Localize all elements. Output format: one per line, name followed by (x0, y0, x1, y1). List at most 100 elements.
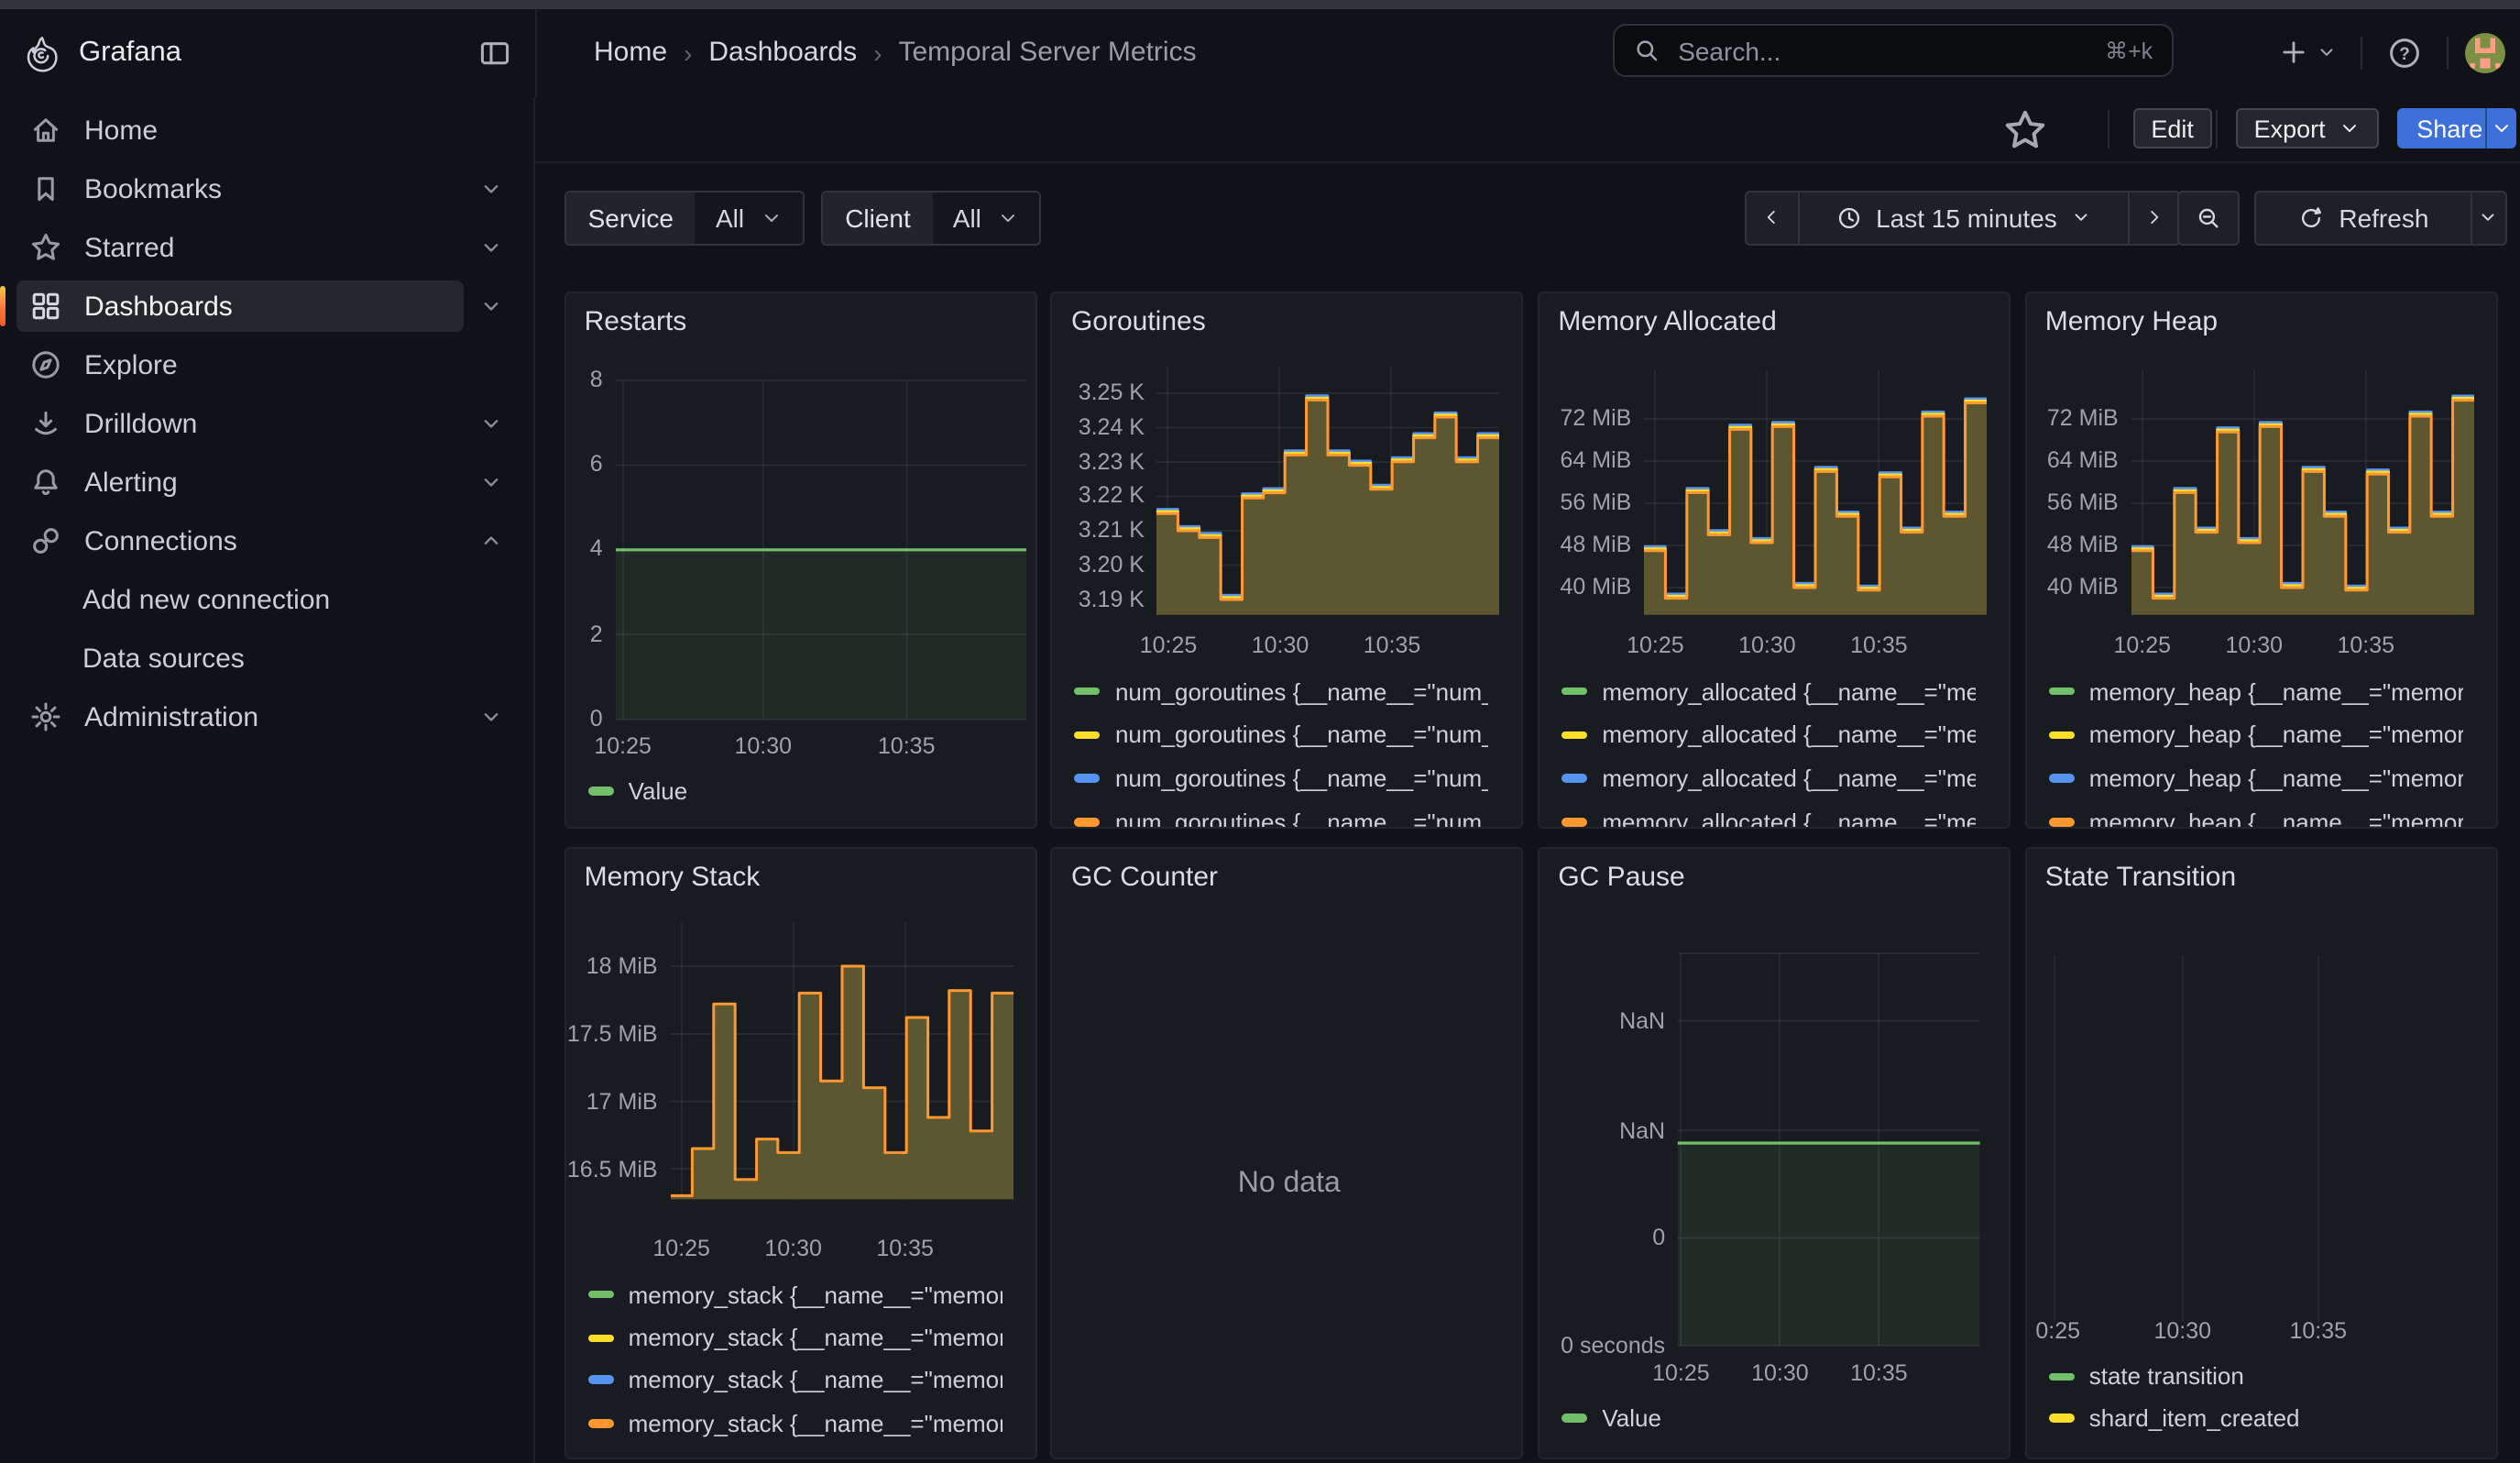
sidebar-link-add-new-connection[interactable]: Add new connection (16, 574, 520, 625)
x-axis-tick: 10:30 (2128, 1316, 2238, 1346)
y-axis-tick: NaN (1539, 1116, 1665, 1145)
chevron-right-icon (2145, 208, 2165, 228)
sidebar-toggle-icon[interactable] (478, 37, 511, 70)
panel-title[interactable]: Goroutines (1071, 305, 1206, 336)
panel-title[interactable]: State Transition (2045, 862, 2236, 893)
time-zoom-out-button[interactable] (2180, 192, 2238, 244)
y-axis-tick: NaN (1539, 1006, 1665, 1036)
sidebar-item-drilldown: Drilldown (16, 398, 520, 449)
star-outline-icon[interactable] (2004, 107, 2048, 151)
chevron-down-icon[interactable] (465, 398, 520, 449)
time-forward-button[interactable] (2129, 192, 2180, 244)
sidebar-link-bookmarks[interactable]: Bookmarks (16, 163, 465, 214)
time-back-button[interactable] (1748, 192, 1797, 244)
edit-button[interactable]: Edit (2132, 107, 2212, 149)
sidebar-link-explore[interactable]: Explore (16, 339, 520, 390)
export-button[interactable]: Export (2236, 107, 2379, 149)
service-filter-label: Service (566, 192, 696, 244)
grid-icon (29, 290, 62, 323)
sidebar-item-label: Data sources (82, 643, 245, 674)
legend-item[interactable]: memory_allocated {__name__="memo (1561, 720, 1976, 750)
legend-label: num_goroutines {__name__="num_go (1115, 677, 1489, 705)
x-axis-tick: 10:35 (850, 1233, 960, 1262)
legend-item[interactable]: state transition (2049, 1362, 2244, 1392)
chevron-down-icon (2072, 208, 2092, 228)
legend-swatch (2049, 688, 2075, 696)
clock-icon (1835, 205, 1861, 231)
add-new-button[interactable] (2278, 37, 2337, 68)
legend-swatch (2049, 1372, 2075, 1380)
legend-item[interactable]: memory_allocated {__name__="memo (1561, 676, 1976, 706)
panel-title[interactable]: Memory Allocated (1558, 305, 1776, 336)
x-axis-tick: 10:30 (739, 1233, 849, 1262)
legend-swatch (1561, 818, 1587, 826)
sidebar-link-alerting[interactable]: Alerting (16, 456, 465, 508)
legend-item[interactable]: memory_stack {__name__="memory_s (588, 1280, 1003, 1309)
panel-title[interactable]: Memory Heap (2045, 305, 2218, 336)
search-input[interactable] (1674, 34, 2090, 67)
legend-item[interactable]: memory_stack {__name__="memory_s (588, 1365, 1003, 1394)
chevron-down-icon[interactable] (465, 163, 520, 214)
chevron-down-icon[interactable] (465, 456, 520, 508)
sidebar-link-data-sources[interactable]: Data sources (16, 632, 520, 684)
sidebar-item-dashboards: Dashboards (16, 280, 520, 332)
header-divider (536, 9, 538, 96)
legend-item[interactable]: memory_heap {__name__="memory_h (2049, 808, 2463, 830)
legend-swatch (1561, 731, 1587, 739)
sidebar-item-bookmarks: Bookmarks (16, 163, 520, 214)
legend-label: memory_allocated {__name__="memo (1602, 808, 1976, 830)
legend-item[interactable]: memory_allocated {__name__="memo (1561, 764, 1976, 793)
legend-swatch (588, 1376, 614, 1384)
refresh-interval-button[interactable] (2471, 192, 2504, 244)
plus-icon (2278, 37, 2309, 68)
sidebar-link-home[interactable]: Home (16, 104, 520, 156)
bell-icon (29, 466, 62, 499)
legend-item[interactable]: num_goroutines {__name__="num_go (1075, 720, 1489, 750)
zoom-out-group (2178, 190, 2240, 246)
legend-item[interactable]: memory_heap {__name__="memory_h (2049, 720, 2463, 750)
avatar[interactable] (2465, 33, 2505, 73)
legend-item[interactable]: memory_heap {__name__="memory_h (2049, 676, 2463, 706)
chevron-up-icon[interactable] (465, 515, 520, 566)
panel-title[interactable]: Memory Stack (585, 862, 761, 893)
search-input-box[interactable]: ⌘+k (1612, 24, 2173, 77)
client-filter-value[interactable]: All (933, 192, 1040, 244)
panel-title[interactable]: GC Pause (1558, 862, 1684, 893)
sidebar-item-label: Home (84, 115, 158, 146)
legend-item[interactable]: memory_heap {__name__="memory_h (2049, 764, 2463, 793)
sidebar-link-drilldown[interactable]: Drilldown (16, 398, 465, 449)
legend-item[interactable]: num_goroutines {__name__="num_go (1075, 808, 1489, 830)
legend-item[interactable]: num_goroutines {__name__="num_go (1075, 764, 1489, 793)
share-dropdown-button[interactable] (2485, 107, 2517, 149)
breadcrumb-item-home[interactable]: Home (594, 38, 667, 69)
refresh-button[interactable]: Refresh (2257, 192, 2471, 244)
sidebar-item-home: Home (16, 104, 520, 156)
chevron-down-icon (2491, 117, 2513, 139)
legend-item[interactable]: shard_item_created (2049, 1403, 2300, 1433)
chevron-down-icon[interactable] (465, 691, 520, 742)
sidebar-link-dashboards[interactable]: Dashboards (16, 280, 465, 332)
panel-title[interactable]: GC Counter (1071, 862, 1218, 893)
legend-label: num_goroutines {__name__="num_go (1115, 721, 1489, 749)
help-icon[interactable]: ? (2388, 37, 2421, 70)
legend-item[interactable]: memory_allocated {__name__="memo (1561, 808, 1976, 830)
legend-swatch (1075, 731, 1101, 739)
time-range-picker[interactable]: Last 15 minutes (1797, 192, 2129, 244)
service-filter-value[interactable]: All (696, 192, 803, 244)
chevron-down-icon[interactable] (465, 280, 520, 332)
legend-item[interactable]: Value (588, 776, 688, 806)
x-axis-tick: 10:35 (2311, 631, 2421, 660)
sidebar-link-starred[interactable]: Starred (16, 222, 465, 273)
legend-swatch (588, 1291, 614, 1299)
legend-item[interactable]: Value (1561, 1403, 1661, 1433)
sidebar-link-administration[interactable]: Administration (16, 691, 465, 742)
sidebar-link-connections[interactable]: Connections (16, 515, 465, 566)
top-header: Grafana Home›Dashboards›Temporal Server … (0, 9, 2520, 98)
chevron-down-icon[interactable] (465, 222, 520, 273)
legend-item[interactable]: num_goroutines {__name__="num_go (1075, 676, 1489, 706)
legend-item[interactable]: memory_stack {__name__="memory_s (588, 1324, 1003, 1353)
legend-item[interactable]: memory_stack {__name__="memory_s (588, 1409, 1003, 1438)
panel-title[interactable]: Restarts (585, 305, 687, 336)
breadcrumb-item-dashboards[interactable]: Dashboards (708, 38, 857, 69)
y-axis-tick: 72 MiB (1539, 403, 1631, 433)
